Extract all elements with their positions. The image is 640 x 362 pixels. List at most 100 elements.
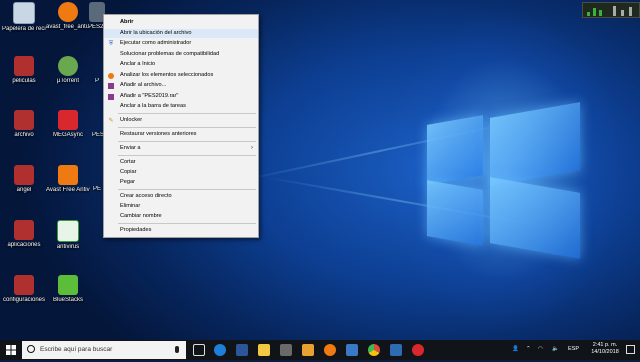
menu-item-propiedades[interactable]: Propiedades [104,226,258,235]
windows-logo-icon [6,345,16,355]
chrome-icon[interactable] [368,344,380,356]
desktop-icon-label: archivo [14,132,34,138]
wifi-icon[interactable]: ◠ [538,346,543,352]
notifications-icon[interactable] [626,345,635,354]
desktop-icon-utorrent[interactable]: µTorrent [46,56,90,85]
winrar-icon [108,82,114,89]
archive-icon [14,165,34,185]
menu-item-anadir-rar[interactable]: Añadir a "PES2019.rar" [104,92,258,101]
context-menu: Abrir Abrir la ubicación del archivo ⛨ Ej… [103,14,259,238]
menu-separator [118,155,256,156]
recycle-bin-icon [13,2,35,24]
desktop-icon-megasync[interactable]: MEGAsync [46,110,90,139]
shield-icon: ⛨ [108,40,114,47]
winrar-icon [108,93,114,100]
desktop-icon-label: aplicaciones [7,242,41,248]
desktop-icon-label: Avast Free Antivirus [46,187,90,193]
archive-icon [14,110,34,130]
edge-icon[interactable] [214,344,226,356]
desktop-icon-label: peliculas [12,78,36,84]
desktop-icon-configuraciones[interactable]: configuraciones [2,275,46,304]
desktop-icon-partial[interactable]: P [92,78,102,85]
archive-icon [14,56,34,76]
menu-item-pegar[interactable]: Pegar [104,178,258,187]
desktop-icon-partial[interactable]: PE [92,186,102,193]
archive-icon [14,220,34,240]
chevron-right-icon: › [251,145,253,151]
utorrent-icon [58,56,78,76]
task-view-icon[interactable] [193,344,205,356]
clock-time: 2:41 p. m. [592,342,618,348]
desktop-wallpaper [0,0,640,340]
menu-separator [118,141,256,142]
volume-icon[interactable]: 🔈 [552,346,559,352]
desktop-icon-angel[interactable]: angel [2,165,46,194]
menu-item-analizar[interactable]: Analizar los elementos seleccionados [104,71,258,80]
avast-installer-icon [58,2,78,22]
person-icon[interactable]: 👤 [512,346,519,352]
desktop-icon-label: PE [92,186,101,192]
mail-icon[interactable] [346,344,358,356]
cortana-icon [27,345,35,353]
clock-date: 14/10/2018 [591,349,619,355]
windows-logo-pane [427,115,483,185]
language-indicator[interactable]: ESP [568,346,579,352]
menu-item-cambiar-nombre[interactable]: Cambiar nombre [104,212,258,221]
menu-item-anclar-inicio[interactable]: Anclar a Inicio [104,60,258,69]
desktop-icon-peliculas[interactable]: peliculas [2,56,46,85]
taskbar: Escribe aquí para buscar 👤 ⌃ ◠ 🔈 ESP 2:4… [0,340,640,360]
windows-logo-pane [490,102,580,186]
desktop-icon-antivirus[interactable]: antivirus [46,220,90,251]
network-meter-widget [582,2,640,18]
menu-item-cortar[interactable]: Cortar [104,158,258,167]
menu-item-anadir-archivo[interactable]: Añadir al archivo... [104,81,258,90]
menu-separator [118,127,256,128]
windows-logo-pane [490,177,580,259]
menu-item-crear-acceso[interactable]: Crear acceso directo [104,192,258,201]
menu-item-copiar[interactable]: Copiar [104,168,258,177]
avast-icon[interactable] [324,344,336,356]
desktop-icon-label: avast_free_anti... [46,24,90,30]
desktop-icon-label: antivirus [56,244,80,250]
desktop-icon-label: µTorrent [56,78,80,84]
search-input[interactable]: Escribe aquí para buscar [22,341,186,359]
antivirus-icon [57,220,79,242]
store-icon[interactable] [280,344,292,356]
menu-item-abrir[interactable]: Abrir [104,18,258,27]
desktop-icon-label: Papelera de reciclaje [2,26,46,32]
desktop-icon-archivo[interactable]: archivo [2,110,46,139]
desktop-icon-avast-antivirus[interactable]: Avast Free Antivirus [46,165,90,194]
clock[interactable]: 2:41 p. m. 14/10/2018 [586,342,624,356]
search-placeholder: Escribe aquí para buscar [40,346,113,353]
megasync-icon [58,110,78,130]
unlocker-icon: ✎ [108,117,114,124]
desktop-icon-label: MEGAsync [52,132,83,138]
photos-icon[interactable] [390,344,402,356]
desktop-icon-bluestacks[interactable]: BlueStacks [46,275,90,304]
menu-item-solucionar-compatibilidad[interactable]: Solucionar problemas de compatibilidad [104,50,258,59]
menu-separator [118,189,256,190]
avast-icon [108,72,114,79]
avast-icon [58,165,78,185]
menu-item-unlocker[interactable]: ✎ Unlocker [104,116,258,125]
word-icon[interactable] [236,344,248,356]
menu-item-abrir-ubicacion[interactable]: Abrir la ubicación del archivo [104,29,258,38]
desktop-icon-recycle-bin[interactable]: Papelera de reciclaje [2,2,46,33]
desktop-icon-label: configuraciones [2,297,46,303]
menu-item-enviar-a[interactable]: Enviar a › [104,144,258,153]
windows-logo-pane [427,180,483,246]
desktop-icon-label: P [94,78,99,84]
desktop-icon-avast-installer[interactable]: avast_free_anti... [46,2,90,31]
start-button[interactable] [0,340,22,360]
paint-icon[interactable] [302,344,314,356]
desktop-icon-aplicaciones[interactable]: aplicaciones [2,220,46,249]
microphone-icon[interactable] [175,346,179,353]
menu-item-eliminar[interactable]: Eliminar [104,202,258,211]
record-icon[interactable] [412,344,424,356]
menu-item-anclar-barra[interactable]: Anclar a la barra de tareas [104,102,258,111]
menu-item-restaurar-versiones[interactable]: Restaurar versiones anteriores [104,130,258,139]
archive-icon [14,275,34,295]
file-explorer-icon[interactable] [258,344,270,356]
chevron-up-icon[interactable]: ⌃ [526,346,531,352]
menu-item-ejecutar-admin[interactable]: ⛨ Ejecutar como administrador [104,39,258,48]
